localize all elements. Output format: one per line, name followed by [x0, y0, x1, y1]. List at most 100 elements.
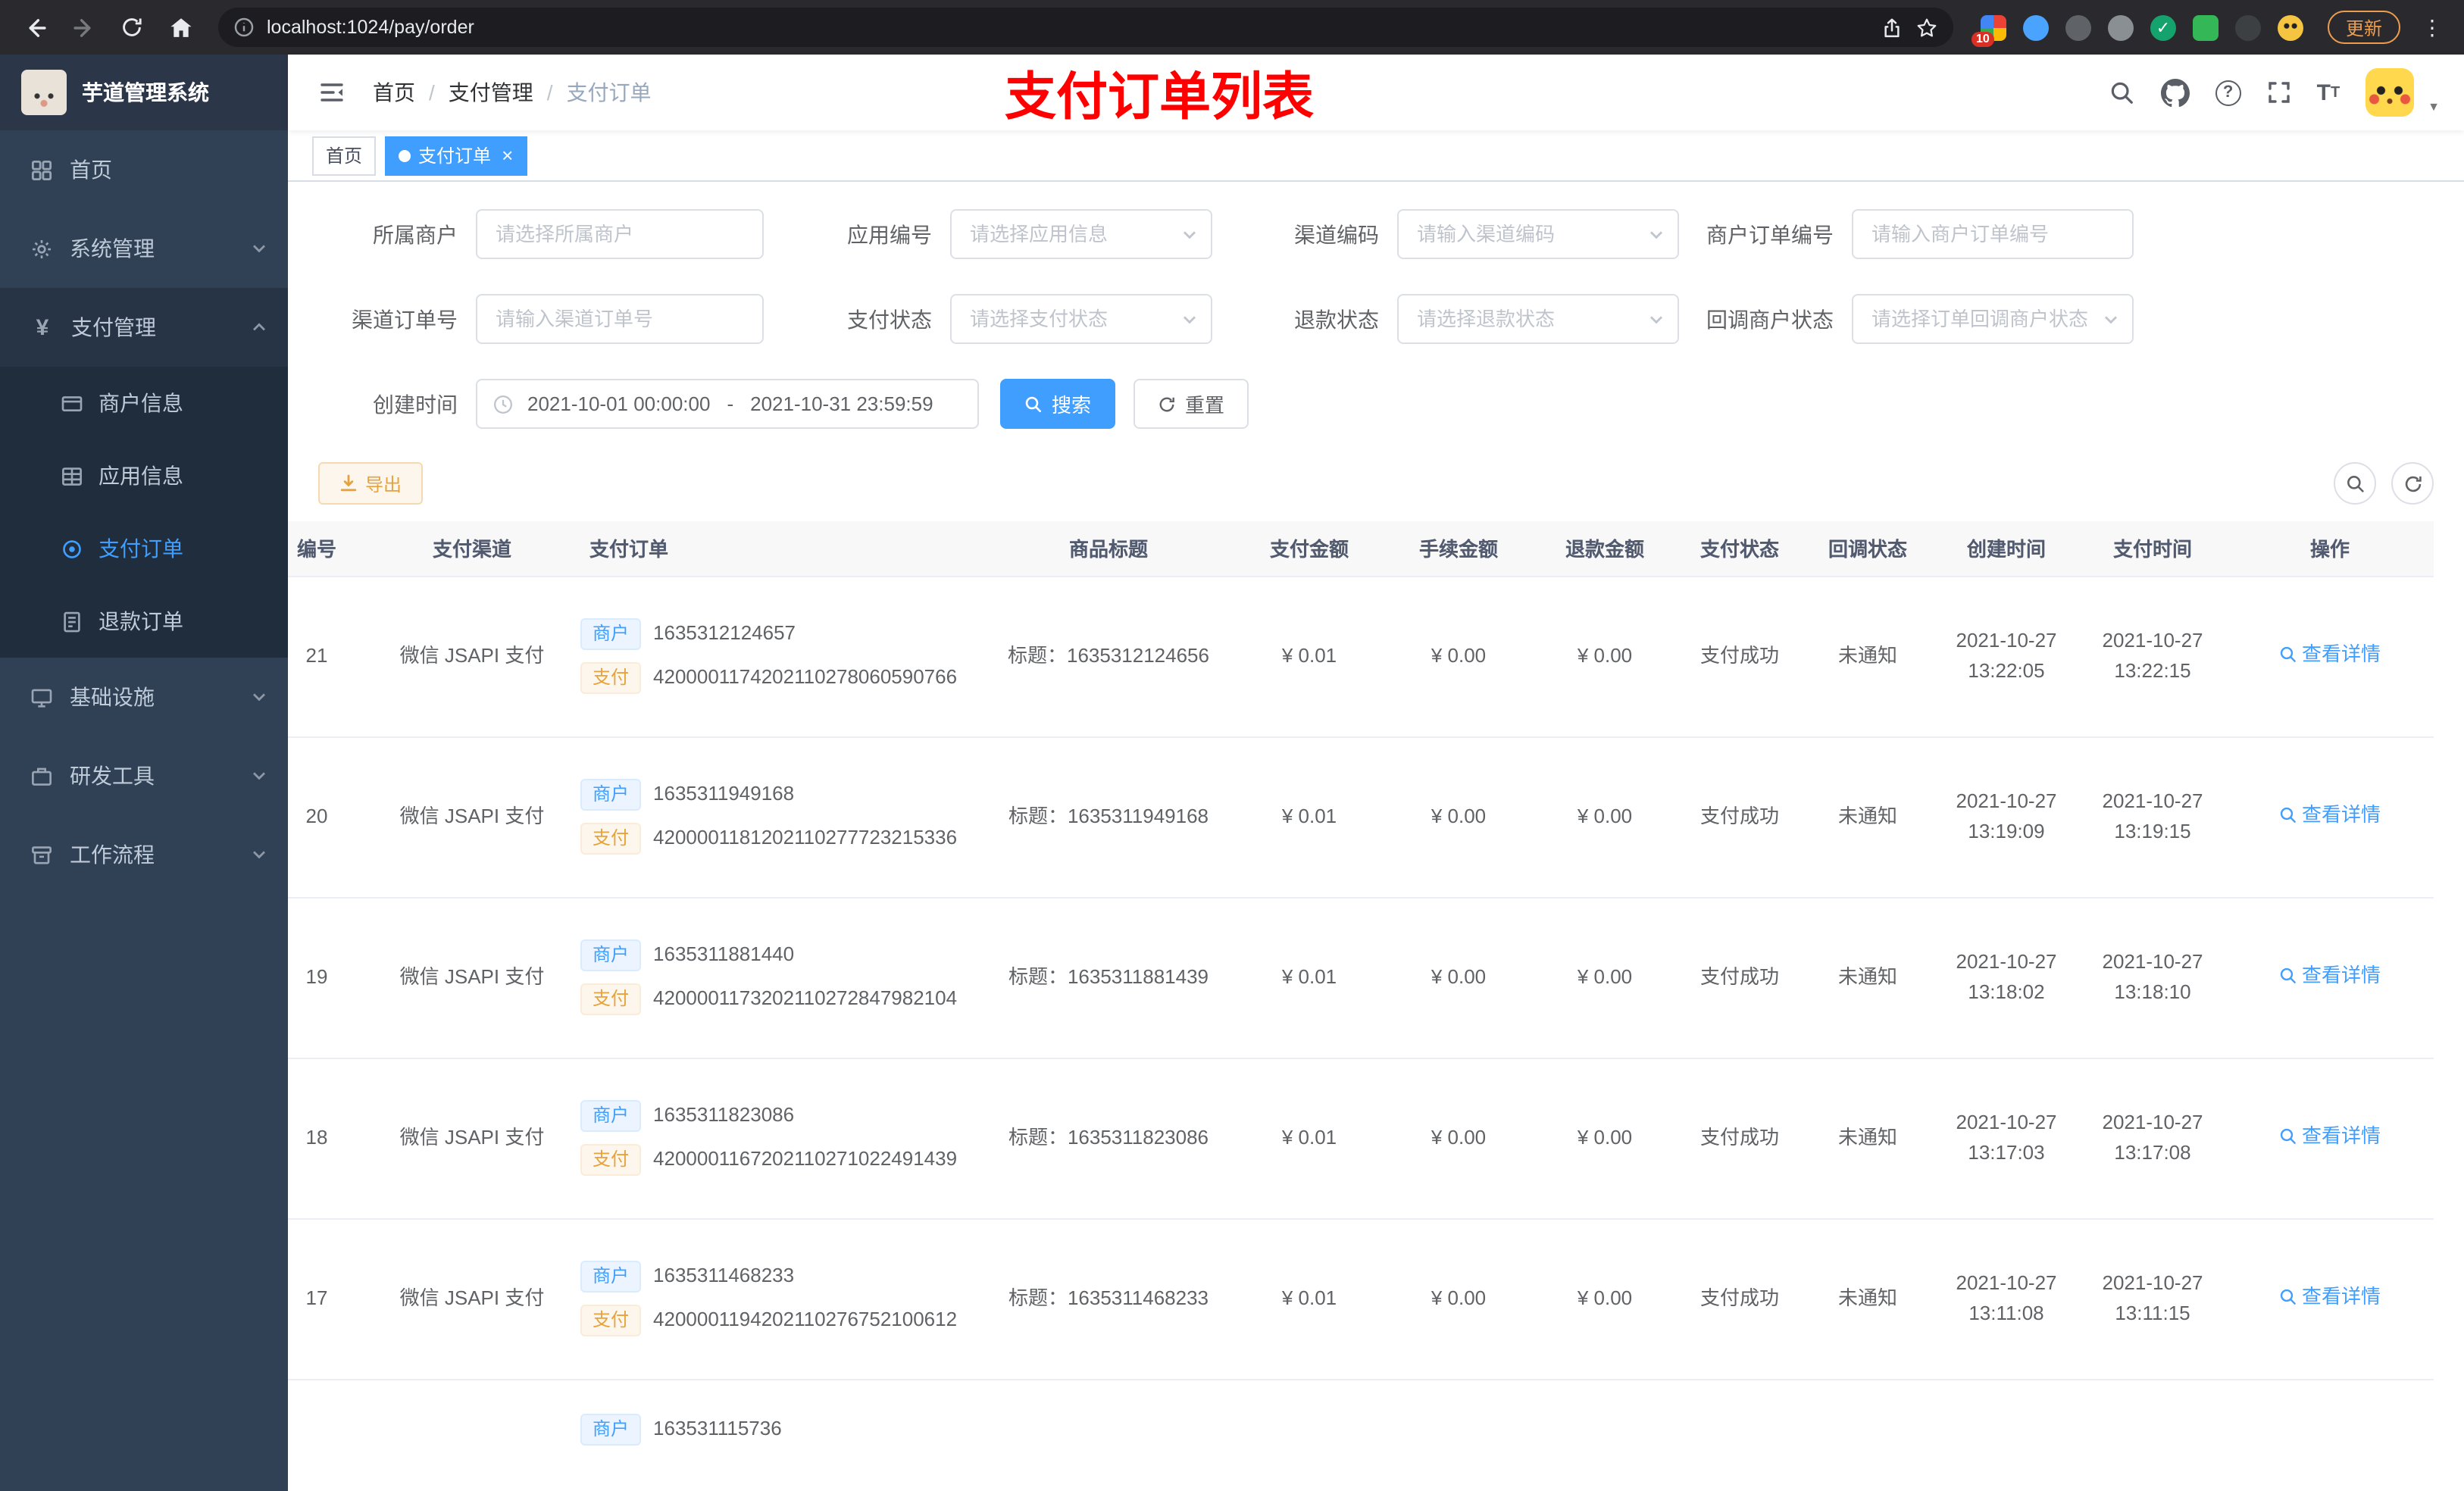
sidebar-item-label: 研发工具	[70, 764, 155, 788]
view-detail-link[interactable]: 查看详情	[2279, 800, 2381, 830]
help-icon[interactable]: ?	[2215, 80, 2241, 105]
sidebar-item-refund-order[interactable]: 退款订单	[0, 585, 288, 658]
chevron-down-icon	[252, 847, 267, 862]
merchant-filter-input[interactable]	[476, 209, 764, 259]
fee-amount: ¥ 0.00	[1385, 897, 1532, 1058]
sidebar-item-devtools[interactable]: 研发工具	[0, 736, 288, 815]
sidebar-item-merchant-info[interactable]: 商户信息	[0, 367, 288, 439]
browser-chrome: localhost:1024/pay/order 10 ✓ 更新 ⋮	[0, 0, 2464, 55]
pay-time: 2021-10-27 13:18:10	[2079, 897, 2226, 1058]
sidebar-item-payment[interactable]: ¥ 支付管理	[0, 288, 288, 367]
user-avatar[interactable]	[2366, 68, 2415, 117]
sidebar-item-infrastructure[interactable]: 基础设施	[0, 658, 288, 736]
app-filter-select[interactable]	[950, 209, 1212, 259]
refund-amount: ¥ 0.00	[1532, 1218, 1678, 1380]
channel-code-filter-select[interactable]	[1397, 209, 1679, 259]
update-button[interactable]: 更新	[2327, 11, 2400, 44]
payment-submenu: 商户信息 应用信息 支付订单 退款订单	[0, 367, 288, 658]
extension-grid-icon[interactable]: 10	[1971, 14, 2006, 46]
extensions-cluster: 10 ✓	[1971, 14, 2312, 46]
sidebar-item-label: 系统管理	[70, 236, 155, 261]
channel-order-filter-input[interactable]	[476, 294, 764, 344]
product-title: 标题：1635311881439	[983, 897, 1234, 1058]
search-button[interactable]: 搜索	[1000, 379, 1116, 429]
date-range-separator: -	[727, 392, 734, 415]
tags-view-bar: 首页 支付订单 ×	[288, 130, 2464, 182]
browser-menu-icon[interactable]: ⋮	[2416, 14, 2449, 40]
pay-status: 支付成功	[1678, 897, 1802, 1058]
sidebar-item-system[interactable]: 系统管理	[0, 209, 288, 288]
view-detail-link[interactable]: 查看详情	[2279, 1282, 2381, 1312]
sidebar-item-pay-order[interactable]: 支付订单	[0, 512, 288, 585]
url-text: localhost:1024/pay/order	[267, 17, 474, 38]
monitor-icon	[30, 686, 53, 708]
sidebar-item-workflow[interactable]: 工作流程	[0, 815, 288, 894]
breadcrumb-home[interactable]: 首页	[373, 77, 415, 108]
col-pay-amount: 支付金额	[1234, 521, 1385, 577]
fullscreen-icon[interactable]	[2267, 80, 2291, 105]
tab-home[interactable]: 首页	[312, 136, 377, 175]
page-title-annotation: 支付订单列表	[1005, 69, 1314, 127]
refund-amount: ¥ 0.00	[1532, 576, 1678, 737]
profile-emoji-icon[interactable]	[2277, 14, 2303, 40]
actions-cell: 查看详情	[2226, 576, 2434, 737]
pay-tag: 支付	[580, 1305, 642, 1336]
refund-status-filter-select[interactable]	[1397, 294, 1679, 344]
sidebar-item-label: 基础设施	[70, 685, 155, 709]
callback-status-filter-select[interactable]	[1852, 294, 2134, 344]
back-icon[interactable]	[15, 8, 55, 47]
pin-icon[interactable]	[2234, 14, 2261, 40]
view-detail-link[interactable]: 查看详情	[2279, 961, 2381, 991]
breadcrumb-pay-manage[interactable]: 支付管理	[449, 77, 533, 108]
site-info-icon[interactable]	[233, 17, 255, 38]
merchant-tag: 商户	[580, 1100, 642, 1132]
drop-extension-icon[interactable]	[2022, 14, 2049, 40]
create-time: 2021-10-27 13:17:03	[1934, 1058, 2079, 1219]
merchant-tag: 商户	[580, 1413, 642, 1445]
chat-extension-icon[interactable]	[2192, 14, 2219, 40]
view-detail-link[interactable]: 查看详情	[2279, 639, 2381, 670]
merchant-order-filter-input[interactable]	[1852, 209, 2134, 259]
url-bar[interactable]: localhost:1024/pay/order	[218, 8, 1953, 47]
refund-amount: ¥ 0.00	[1532, 1058, 1678, 1219]
check-extension-icon[interactable]: ✓	[2150, 14, 2176, 40]
tab-pay-order[interactable]: 支付订单 ×	[385, 136, 527, 175]
reset-button[interactable]: 重置	[1134, 379, 1249, 429]
pay-tag: 支付	[580, 823, 642, 855]
export-button[interactable]: 导出	[318, 462, 424, 505]
pay-order-cell: 商户 1635311468233 支付 4200001194202110276752…	[574, 1218, 983, 1380]
col-create-time: 创建时间	[1934, 521, 2079, 577]
view-detail-link[interactable]: 查看详情	[2279, 1121, 2381, 1152]
github-icon[interactable]	[2160, 78, 2190, 107]
fee-amount: ¥ 0.00	[1385, 1058, 1532, 1219]
create-time-range-picker[interactable]: 2021-10-01 00:00:00 - 2021-10-31 23:59:5…	[476, 379, 979, 429]
pay-tag: 支付	[580, 1144, 642, 1176]
sidebar-logo[interactable]: 芋道管理系统	[0, 55, 288, 130]
sidebar-item-label: 支付订单	[98, 536, 183, 561]
share-icon[interactable]	[1881, 16, 1903, 39]
pay-status-filter-select[interactable]	[950, 294, 1212, 344]
navbar: 首页 / 支付管理 / 支付订单 支付订单列表 ? T T ▼	[288, 55, 2464, 130]
font-size-icon[interactable]: TT	[2317, 80, 2340, 105]
refund-amount: ¥ 0.00	[1532, 736, 1678, 898]
pay-status: 支付成功	[1678, 1058, 1802, 1219]
extension-icon[interactable]	[2065, 14, 2091, 40]
sidebar-item-home[interactable]: 首页	[0, 130, 288, 209]
table-row: 21 微信 JSAPI 支付 商户 1635312124657 支付 4200001…	[288, 576, 2434, 737]
toggle-search-button[interactable]	[2334, 462, 2376, 505]
globe-extension-icon[interactable]	[2107, 14, 2134, 40]
forward-icon[interactable]	[64, 8, 103, 47]
refresh-button[interactable]	[2391, 462, 2434, 505]
product-title: 标题：1635311823086	[983, 1058, 1234, 1219]
reload-icon[interactable]	[112, 8, 152, 47]
close-tab-icon[interactable]: ×	[502, 145, 513, 165]
sidebar-item-app-info[interactable]: 应用信息	[0, 439, 288, 512]
avatar-caret-icon[interactable]: ▼	[2428, 100, 2440, 117]
bookmark-star-icon[interactable]	[1915, 16, 1938, 39]
order-id: 17	[288, 1218, 370, 1380]
document-icon	[61, 610, 83, 633]
home-icon[interactable]	[161, 8, 200, 47]
search-icon[interactable]	[2109, 80, 2135, 105]
sidebar-fold-icon[interactable]	[312, 79, 352, 106]
merchant-tag: 商户	[580, 1261, 642, 1293]
